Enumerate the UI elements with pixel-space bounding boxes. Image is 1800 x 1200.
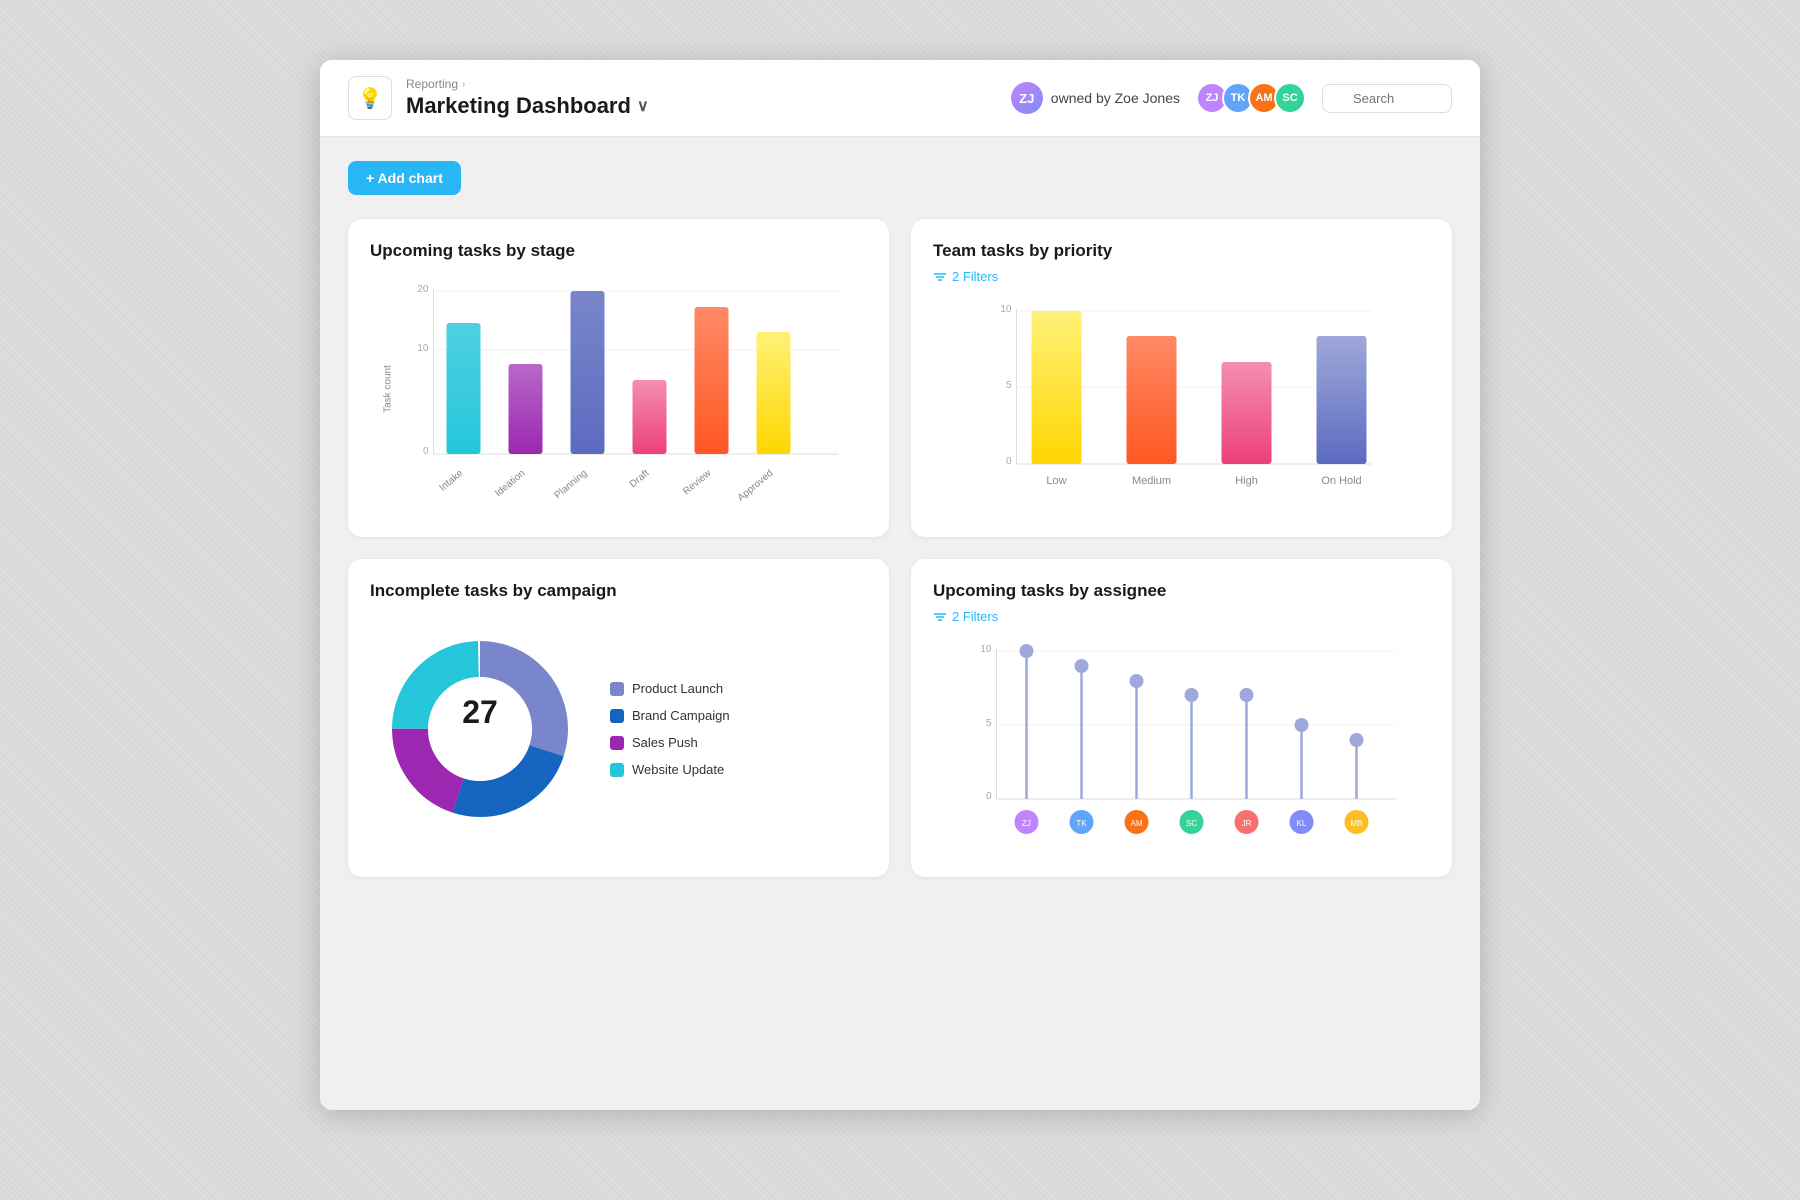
chart4-svg: 10 5 0: [933, 634, 1430, 854]
owner-avatar: ZJ: [1011, 82, 1043, 114]
svg-text:TK: TK: [1076, 819, 1087, 828]
legend-label-website-update: Website Update: [632, 762, 724, 777]
chart2-title: Team tasks by priority: [933, 241, 1430, 261]
header: 💡 Reporting › Marketing Dashboard ∨ ZJ o…: [320, 60, 1480, 137]
filter-icon: [933, 270, 947, 284]
header-right: ZJ owned by Zoe Jones ZJ TK AM SC 🔍: [1011, 82, 1452, 114]
charts-grid: Upcoming tasks by stage Task count 20 10…: [348, 219, 1452, 877]
legend-dot-product-launch: [610, 682, 624, 696]
svg-text:High: High: [1235, 475, 1258, 487]
svg-text:10: 10: [980, 644, 992, 655]
chart-incomplete-tasks-campaign: Incomplete tasks by campaign: [348, 559, 889, 877]
add-chart-button[interactable]: + Add chart: [348, 161, 461, 195]
svg-text:5: 5: [986, 718, 992, 729]
search-input[interactable]: [1322, 84, 1452, 113]
avatar-group[interactable]: ZJ TK AM SC: [1196, 82, 1306, 114]
svg-text:Planning: Planning: [553, 468, 590, 501]
breadcrumb-chevron-icon: ›: [462, 79, 465, 90]
svg-text:Review: Review: [681, 467, 714, 497]
legend-dot-sales-push: [610, 736, 624, 750]
chart4-title: Upcoming tasks by assignee: [933, 581, 1430, 601]
svg-text:Medium: Medium: [1132, 475, 1171, 487]
header-left: 💡 Reporting › Marketing Dashboard ∨: [348, 76, 649, 120]
breadcrumb: Reporting ›: [406, 77, 649, 91]
breadcrumb-area: Reporting › Marketing Dashboard ∨: [406, 77, 649, 119]
chart2-filter-label: 2 Filters: [952, 269, 998, 284]
donut-chart-svg: 27: [370, 619, 590, 839]
legend-label-product-launch: Product Launch: [632, 681, 723, 696]
chart1-svg: Task count 20 10 0: [370, 269, 867, 509]
chart-upcoming-tasks-stage: Upcoming tasks by stage Task count 20 10…: [348, 219, 889, 537]
owner-area: ZJ owned by Zoe Jones: [1011, 82, 1180, 114]
svg-text:0: 0: [986, 791, 992, 802]
svg-text:Low: Low: [1046, 475, 1066, 487]
legend-item-sales-push: Sales Push: [610, 735, 730, 750]
legend-item-product-launch: Product Launch: [610, 681, 730, 696]
svg-text:Approved: Approved: [736, 468, 776, 504]
legend-item-brand-campaign: Brand Campaign: [610, 708, 730, 723]
chart-upcoming-tasks-assignee: Upcoming tasks by assignee 2 Filters 10 …: [911, 559, 1452, 877]
title-chevron-icon: ∨: [637, 96, 649, 116]
chart1-title: Upcoming tasks by stage: [370, 241, 867, 261]
svg-text:JR: JR: [1242, 819, 1252, 828]
donut-legend: Product Launch Brand Campaign Sales Push: [610, 681, 730, 777]
chart2-svg: 10 5 0 Low Medium High: [933, 294, 1430, 514]
legend-dot-website-update: [610, 763, 624, 777]
avatar-4: SC: [1274, 82, 1306, 114]
page-title[interactable]: Marketing Dashboard ∨: [406, 93, 649, 119]
svg-text:Task count: Task count: [383, 365, 394, 413]
svg-text:AM: AM: [1131, 819, 1143, 828]
legend-label-brand-campaign: Brand Campaign: [632, 708, 730, 723]
svg-text:ZJ: ZJ: [1022, 819, 1031, 828]
svg-text:0: 0: [423, 446, 429, 457]
search-wrap: 🔍: [1322, 84, 1452, 113]
chart4-filter-label: 2 Filters: [952, 609, 998, 624]
chart2-filter-badge[interactable]: 2 Filters: [933, 269, 998, 284]
donut-row: 27 Product Launch Brand Campaign: [370, 609, 867, 849]
page-title-text: Marketing Dashboard: [406, 93, 631, 119]
content-area: + Add chart Upcoming tasks by stage Task…: [320, 137, 1480, 901]
legend-label-sales-push: Sales Push: [632, 735, 698, 750]
app-window: 💡 Reporting › Marketing Dashboard ∨ ZJ o…: [320, 60, 1480, 1110]
svg-text:Ideation: Ideation: [493, 468, 527, 499]
svg-text:KL: KL: [1297, 819, 1307, 828]
legend-dot-brand-campaign: [610, 709, 624, 723]
svg-text:20: 20: [417, 284, 429, 295]
chart-team-tasks-priority: Team tasks by priority 2 Filters: [911, 219, 1452, 537]
app-icon: 💡: [348, 76, 392, 120]
svg-text:5: 5: [1006, 380, 1012, 391]
filter-icon-2: [933, 610, 947, 624]
chart3-title: Incomplete tasks by campaign: [370, 581, 867, 601]
owner-label: owned by Zoe Jones: [1051, 90, 1180, 106]
svg-text:Draft: Draft: [628, 468, 652, 490]
svg-text:0: 0: [1006, 456, 1012, 467]
svg-text:SC: SC: [1186, 819, 1197, 828]
svg-text:MB: MB: [1351, 819, 1363, 828]
svg-text:10: 10: [1000, 304, 1012, 315]
legend-item-website-update: Website Update: [610, 762, 730, 777]
breadcrumb-text: Reporting: [406, 77, 458, 91]
svg-text:10: 10: [417, 343, 429, 354]
svg-text:Intake: Intake: [437, 468, 465, 494]
svg-text:On Hold: On Hold: [1321, 475, 1361, 487]
chart4-filter-badge[interactable]: 2 Filters: [933, 609, 998, 624]
svg-text:27: 27: [462, 694, 498, 730]
